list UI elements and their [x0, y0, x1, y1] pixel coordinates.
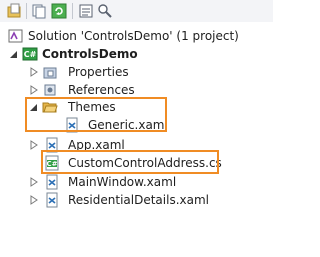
project-label: ControlsDemo	[42, 47, 138, 61]
tree-node-residential-details[interactable]: ResidentialDetails.xaml	[0, 191, 273, 209]
tree-node-solution[interactable]: Solution 'ControlsDemo' (1 project)	[0, 27, 273, 45]
show-all-files-button[interactable]	[31, 3, 47, 19]
solution-explorer-toolbar	[0, 0, 273, 22]
properties-button[interactable]	[78, 3, 94, 19]
collapsed-arrow-icon[interactable]	[28, 176, 40, 188]
collapsed-arrow-icon[interactable]	[28, 66, 40, 78]
references-icon	[42, 82, 58, 98]
toolbar-separator	[26, 3, 27, 19]
collapsed-arrow-icon[interactable]	[28, 139, 40, 151]
xaml-file-icon	[44, 174, 60, 190]
class-diagram-icon	[98, 4, 112, 18]
refresh-icon	[51, 3, 67, 19]
xaml-file-icon	[44, 192, 60, 208]
tree-node-main-window[interactable]: MainWindow.xaml	[0, 173, 273, 191]
svg-text:C#: C#	[24, 50, 37, 59]
tree-node-properties[interactable]: Properties	[0, 63, 273, 81]
residential-details-label: ResidentialDetails.xaml	[68, 193, 209, 207]
themes-highlight-box	[25, 97, 167, 132]
files-icon	[32, 4, 46, 19]
main-window-label: MainWindow.xaml	[68, 175, 177, 189]
folder-page-icon	[7, 3, 21, 18]
collapsed-arrow-icon[interactable]	[28, 194, 40, 206]
refresh-button[interactable]	[51, 3, 67, 19]
collapsed-arrow-icon[interactable]	[28, 84, 40, 96]
custom-control-highlight-box	[41, 150, 219, 174]
toolbar-separator	[72, 3, 73, 19]
tree-node-project[interactable]: C# ControlsDemo	[0, 45, 273, 63]
csharp-project-icon: C#	[22, 46, 38, 62]
properties-label: Properties	[68, 65, 129, 79]
properties-icon	[79, 4, 93, 18]
properties-folder-icon	[42, 64, 58, 80]
solution-label: Solution 'ControlsDemo' (1 project)	[28, 29, 239, 43]
solution-icon	[8, 28, 24, 44]
view-class-diagram-button[interactable]	[97, 3, 113, 19]
expanded-arrow-icon[interactable]	[8, 48, 20, 60]
new-solution-folder-button[interactable]	[6, 3, 22, 19]
